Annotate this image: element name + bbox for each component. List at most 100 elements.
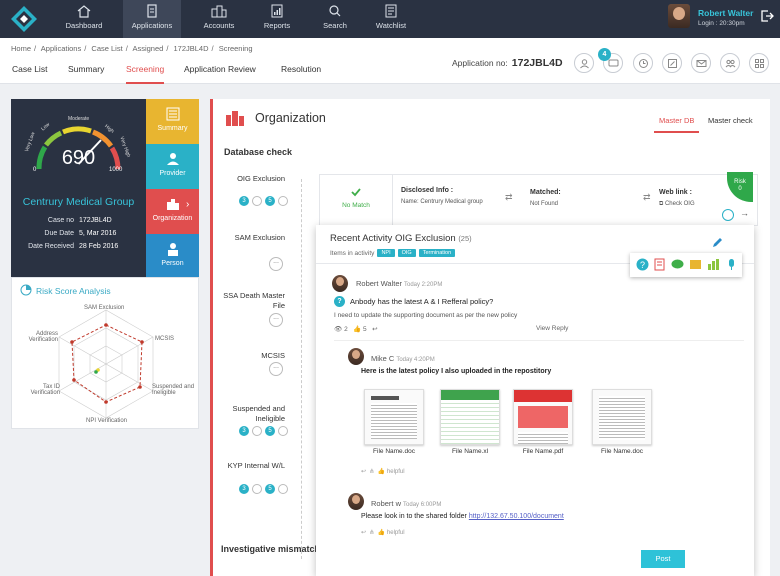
mcsis-more-button[interactable]: ... — [269, 362, 283, 376]
breadcrumb-applications[interactable]: Applications — [41, 44, 81, 53]
post-button[interactable]: Post — [641, 550, 685, 568]
user-menu[interactable]: Robert Walter Login : 20:30pm — [668, 4, 778, 34]
oig-count-2[interactable]: 5 — [265, 196, 275, 206]
check-oig-label: OIG Exclusion — [237, 174, 285, 183]
share-icon[interactable]: ⋔ — [369, 469, 374, 475]
score-card: Very Low Low Moderate High Very High 690… — [11, 99, 146, 277]
tab-resolution[interactable]: Resolution — [281, 62, 321, 84]
nav-accounts[interactable]: Accounts — [190, 0, 248, 38]
thumbs-up-icon[interactable]: 👍 — [378, 530, 385, 536]
question-icon: ? — [334, 296, 345, 307]
share-users-button[interactable] — [720, 53, 740, 73]
tab-summary[interactable]: Summary — [68, 62, 104, 84]
kyp-dot-a[interactable] — [252, 484, 262, 494]
kyp-dot-b[interactable] — [278, 484, 288, 494]
breadcrumb-sep: / — [125, 44, 128, 53]
arrow-right-icon[interactable]: → — [740, 208, 749, 218]
case-no-value: 172JBL4D — [79, 217, 112, 224]
logout-icon[interactable] — [760, 9, 774, 23]
reply-icon[interactable]: ↩ — [361, 469, 366, 475]
suspended-count-2[interactable]: 5 — [265, 426, 275, 436]
reply-icon[interactable]: ↩ — [361, 530, 366, 536]
kyp-dots: 3 5 — [239, 484, 288, 494]
document-icon[interactable] — [653, 258, 666, 271]
helpful-label[interactable]: helpful — [387, 469, 405, 475]
kyp-count-1[interactable]: 3 — [239, 484, 249, 494]
tab-master-check[interactable]: Master check — [708, 116, 753, 125]
history-button[interactable] — [633, 53, 653, 73]
chip-termination[interactable]: Termination — [418, 249, 456, 257]
breadcrumb-sep: / — [84, 44, 87, 53]
suspended-count-1[interactable]: 3 — [239, 426, 249, 436]
breadcrumb-case-list[interactable]: Case List — [91, 44, 122, 53]
nav-search[interactable]: Search — [306, 0, 364, 38]
suspended-dot-a[interactable] — [252, 426, 262, 436]
check-suspended-label: Suspended and Ineligible — [232, 404, 285, 423]
chip-oig[interactable]: OIG — [397, 249, 416, 257]
file-thumb-doc-2[interactable] — [592, 389, 652, 445]
comment-icon[interactable] — [671, 258, 684, 271]
help-icon[interactable]: ? — [636, 258, 649, 271]
chip-npi[interactable]: NPI — [377, 249, 395, 257]
nav-reports[interactable]: Reports — [248, 0, 306, 38]
side-tab-organization[interactable]: Organization › — [146, 189, 199, 234]
nav-dashboard[interactable]: Dashboard — [55, 0, 113, 38]
file-name-3[interactable]: File Name.pdf — [508, 448, 578, 455]
breadcrumb-assigned[interactable]: Assigned — [132, 44, 163, 53]
kyp-count-2[interactable]: 5 — [265, 484, 275, 494]
file-thumb-doc[interactable] — [364, 389, 424, 445]
oig-dot-b[interactable] — [278, 196, 288, 206]
share-icon[interactable]: ⋔ — [369, 530, 374, 536]
image-icon[interactable] — [689, 258, 702, 271]
thumbs-up-icon[interactable]: 👍 — [353, 326, 361, 333]
nav-applications[interactable]: Applications — [123, 0, 181, 38]
nav-watchlist[interactable]: Watchlist — [362, 0, 420, 38]
user-circle-icon[interactable] — [722, 209, 734, 221]
ssa-more-button[interactable]: ... — [269, 313, 283, 327]
tab-screening[interactable]: Screening — [126, 62, 165, 84]
check-sam-label: SAM Exclusion — [234, 233, 285, 242]
app-logo-icon[interactable] — [10, 5, 38, 33]
grid-button[interactable] — [749, 53, 769, 73]
user-avatar — [668, 4, 690, 28]
provider-icon — [166, 153, 179, 165]
side-tab-summary[interactable]: Summary — [146, 99, 199, 144]
breadcrumb-case[interactable]: 172JBL4D — [174, 44, 209, 53]
file-name-4[interactable]: File Name.doc — [587, 448, 657, 455]
oig-count-1[interactable]: 3 — [239, 196, 249, 206]
edit-button[interactable] — [662, 53, 682, 73]
side-tab-provider[interactable]: Provider — [146, 144, 199, 189]
bar-chart-icon[interactable] — [707, 258, 720, 271]
sam-more-button[interactable]: ... — [269, 257, 283, 271]
gauge-min: 0 — [33, 167, 37, 173]
oig-dot-a[interactable] — [252, 196, 262, 206]
breadcrumb-home[interactable]: Home — [11, 44, 31, 53]
reply-icon[interactable]: ↩ — [372, 326, 377, 333]
file-thumb-xls[interactable] — [440, 389, 500, 445]
nav-search-label: Search — [323, 21, 347, 30]
tab-application-review[interactable]: Application Review — [184, 62, 256, 84]
suspended-dot-b[interactable] — [278, 426, 288, 436]
microphone-icon[interactable] — [725, 258, 738, 271]
clipboard-icon — [147, 4, 157, 18]
timeline-line — [301, 179, 302, 559]
tab-case-list[interactable]: Case List — [12, 62, 47, 84]
pencil-icon[interactable] — [712, 237, 723, 248]
activity-items: Items in activity NPI OIG Termination — [330, 249, 456, 257]
mail-button[interactable] — [691, 53, 711, 73]
side-tab-person[interactable]: Person — [146, 234, 199, 277]
user-settings-button[interactable] — [574, 53, 594, 73]
file-name-2[interactable]: File Name.xl — [435, 448, 505, 455]
chat-icon — [608, 59, 619, 67]
breadcrumb-current: Screening — [218, 44, 253, 53]
check-oig-link[interactable]: Check OIG — [665, 201, 695, 207]
view-reply-link[interactable]: View Reply — [536, 325, 568, 332]
reply2-text-row: Please look in to the shared folder http… — [361, 513, 564, 520]
application-number: Application no: 172JBL4D — [452, 57, 563, 69]
shared-folder-link[interactable]: http://132.67.50.100/document — [469, 513, 564, 520]
helpful-label[interactable]: helpful — [387, 530, 405, 536]
file-name-1[interactable]: File Name.doc — [359, 448, 429, 455]
tab-master-db[interactable]: Master DB — [653, 116, 700, 133]
thumbs-up-icon[interactable]: 👍 — [378, 469, 385, 475]
file-thumb-pdf[interactable] — [513, 389, 573, 445]
